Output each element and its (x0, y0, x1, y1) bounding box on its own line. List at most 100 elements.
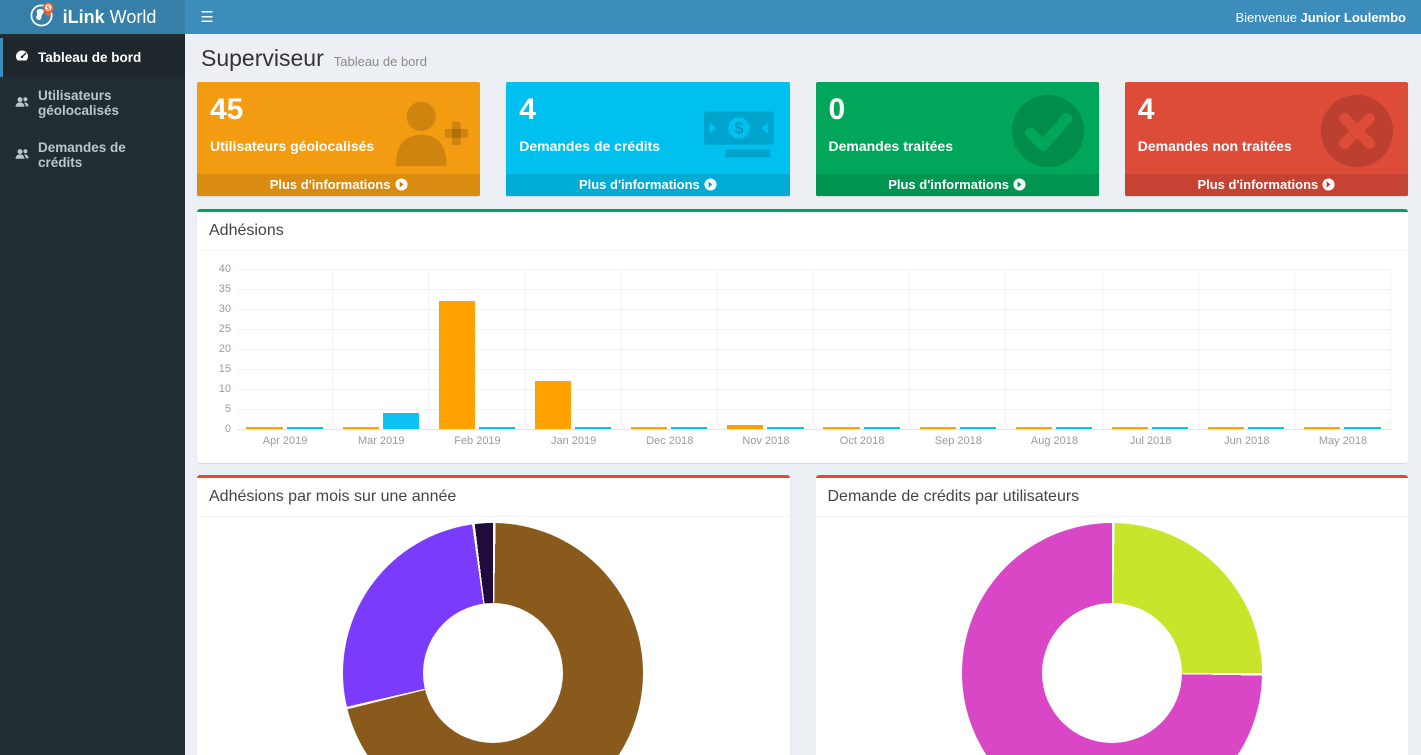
x-tick-label: Aug 2018 (1006, 435, 1102, 447)
bar (1016, 427, 1052, 429)
tachometer-icon (15, 49, 29, 66)
bar-group (813, 269, 909, 429)
stat-card-demandes-traitees: 0 Demandes traitées Plus d'informations (816, 82, 1099, 196)
arrow-circle-right-icon (395, 178, 408, 191)
check-circle-icon (1009, 92, 1087, 170)
more-info-link[interactable]: Plus d'informations (816, 174, 1099, 196)
user-name: Junior Loulembo (1301, 10, 1406, 25)
app-logo[interactable]: $ iLink World (0, 0, 185, 34)
bar-group (909, 269, 1005, 429)
y-tick-label: 25 (219, 323, 231, 335)
more-info-link[interactable]: Plus d'informations (1125, 174, 1408, 196)
money-icon: $ (700, 92, 778, 170)
adhesions-chart-box: Adhésions 4035302520151050 Apr 2019Mar 2… (197, 209, 1408, 463)
x-tick-label: Nov 2018 (718, 435, 814, 447)
adhesions-donut-box: Adhésions par mois sur une année (197, 475, 790, 755)
more-info-link[interactable]: Plus d'informations (506, 174, 789, 196)
bar (631, 427, 667, 429)
svg-text:$: $ (734, 118, 743, 137)
stat-card-utilisateurs-geolocalises: 45 Utilisateurs géolocalisés Plus d'info… (197, 82, 480, 196)
adhesions-bar-chart: 4035302520151050 Apr 2019Mar 2019Feb 201… (209, 261, 1396, 453)
page-title: Superviseur (201, 45, 324, 72)
x-tick-label: May 2018 (1295, 435, 1391, 447)
stat-cards-row: 45 Utilisateurs géolocalisés Plus d'info… (197, 82, 1408, 196)
arrow-circle-right-icon (1013, 178, 1026, 191)
bar-group (1198, 269, 1294, 429)
y-axis: 4035302520151050 (211, 269, 237, 429)
bar-group (237, 269, 332, 429)
x-tick-label: Jan 2019 (526, 435, 622, 447)
bar-group (1294, 269, 1391, 429)
brand-text: iLink World (63, 7, 157, 28)
box-title: Demande de crédits par utilisateurs (816, 478, 1409, 517)
bar-group (332, 269, 428, 429)
bar (479, 427, 515, 429)
bar (1152, 427, 1188, 429)
bar (1208, 427, 1244, 429)
bar-group (621, 269, 717, 429)
sidebar-item-utilisateurs-geolocalises[interactable]: Utilisateurs géolocalisés (0, 77, 185, 129)
chart-bars (237, 269, 1391, 429)
bar (671, 427, 707, 429)
adhesions-donut-chart (343, 523, 643, 755)
main-header: $ iLink World ☰ Bienvenue Junior Loulemb… (0, 0, 1421, 34)
breadcrumb: Tableau de bord (334, 54, 427, 69)
bar (343, 427, 379, 429)
box-title: Adhésions par mois sur une année (197, 478, 790, 517)
arrow-circle-right-icon (1322, 178, 1335, 191)
bar (535, 381, 571, 429)
bar-group (428, 269, 524, 429)
x-tick-label: Oct 2018 (814, 435, 910, 447)
bar (960, 427, 996, 429)
bar-group (525, 269, 621, 429)
stat-card-demandes-non-traitees: 4 Demandes non traitées Plus d'informati… (1125, 82, 1408, 196)
sidebar-item-tableau-de-bord[interactable]: Tableau de bord (0, 38, 185, 77)
x-tick-label: Dec 2018 (622, 435, 718, 447)
users-icon (15, 147, 29, 164)
credits-donut-chart (962, 523, 1262, 755)
x-tick-label: Apr 2019 (237, 435, 333, 447)
welcome-message: Bienvenue Junior Loulembo (1220, 10, 1421, 25)
users-icon (15, 95, 29, 112)
globe-pin-logo-icon: $ (29, 1, 56, 33)
bar (246, 427, 282, 429)
bar (575, 427, 611, 429)
top-navbar: ☰ Bienvenue Junior Loulembo (185, 0, 1421, 34)
bar (1304, 427, 1340, 429)
stat-card-demandes-de-credits: 4 Demandes de crédits $ Plus d'informati… (506, 82, 789, 196)
sidebar: Tableau de bord Utilisateurs géolocalisé… (0, 34, 185, 755)
menu-icon: ☰ (200, 8, 213, 26)
content: Superviseur Tableau de bord 45 Utilisate… (185, 34, 1421, 755)
arrow-circle-right-icon (704, 178, 717, 191)
sidebar-item-label: Tableau de bord (38, 50, 141, 65)
sidebar-item-label: Demandes de crédits (38, 140, 173, 170)
bar (287, 427, 323, 429)
bar (439, 301, 475, 429)
x-tick-label: Jun 2018 (1199, 435, 1295, 447)
y-tick-label: 5 (225, 403, 231, 415)
bar (1248, 427, 1284, 429)
sidebar-item-demandes-de-credits[interactable]: Demandes de crédits (0, 129, 185, 181)
bar-group (1102, 269, 1198, 429)
bar (383, 413, 419, 429)
bar (864, 427, 900, 429)
user-plus-icon (390, 92, 468, 170)
y-tick-label: 40 (219, 263, 231, 275)
bar-group (1005, 269, 1101, 429)
sidebar-toggle-button[interactable]: ☰ (185, 0, 229, 34)
y-tick-label: 10 (219, 383, 231, 395)
bar (823, 427, 859, 429)
sidebar-item-label: Utilisateurs géolocalisés (38, 88, 173, 118)
bar (1344, 427, 1380, 429)
credits-donut-box: Demande de crédits par utilisateurs (816, 475, 1409, 755)
x-tick-label: Jul 2018 (1103, 435, 1199, 447)
bar (727, 425, 763, 429)
bar (920, 427, 956, 429)
bar (1056, 427, 1092, 429)
bar (767, 427, 803, 429)
more-info-link[interactable]: Plus d'informations (197, 174, 480, 196)
bar-group (717, 269, 813, 429)
y-tick-label: 0 (225, 423, 231, 435)
box-title: Adhésions (197, 212, 1408, 251)
x-axis: Apr 2019Mar 2019Feb 2019Jan 2019Dec 2018… (237, 435, 1391, 453)
